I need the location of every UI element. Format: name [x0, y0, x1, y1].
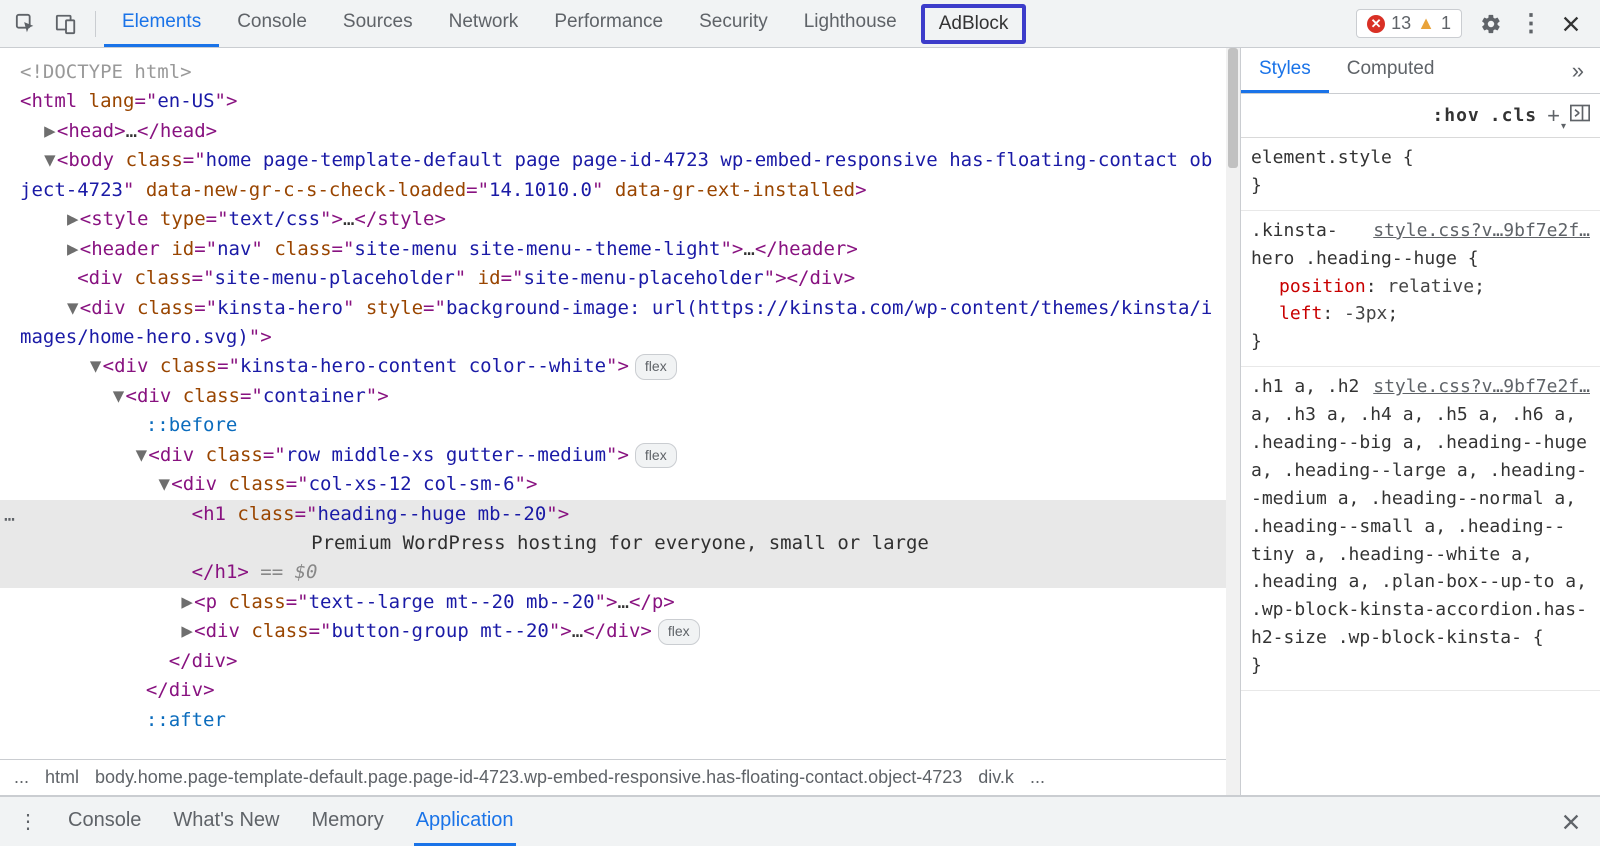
hov-toggle[interactable]: :hov: [1432, 105, 1479, 126]
settings-gear-icon[interactable]: [1480, 13, 1502, 35]
main-tabs: Elements Console Sources Network Perform…: [104, 0, 1032, 47]
styles-tab-styles[interactable]: Styles: [1241, 48, 1329, 93]
issue-counter[interactable]: ✕ 13 ▲ 1: [1356, 9, 1462, 38]
styles-panel: Styles Computed » :hov .cls + element.st…: [1240, 48, 1600, 795]
drawer: ⋮ Console What's New Memory Application: [0, 796, 1600, 846]
styles-more-icon[interactable]: »: [1556, 58, 1600, 84]
error-count: 13: [1391, 13, 1411, 34]
close-icon[interactable]: [1560, 13, 1582, 35]
dom-tree[interactable]: <!DOCTYPE html><html lang="en-US"> ▶<hea…: [0, 48, 1240, 759]
tab-console[interactable]: Console: [219, 0, 325, 47]
crumb-html[interactable]: html: [45, 767, 79, 788]
elements-panel: <!DOCTYPE html><html lang="en-US"> ▶<hea…: [0, 48, 1240, 795]
toolbar-left-icons: [0, 13, 87, 35]
device-toggle-icon[interactable]: [55, 13, 77, 35]
styles-rules[interactable]: element.style {}style.css?v…9bf7e2f….kin…: [1241, 138, 1600, 795]
tab-adblock[interactable]: AdBlock: [921, 4, 1027, 44]
tab-security[interactable]: Security: [681, 0, 786, 47]
crumb-body[interactable]: body.home.page-template-default.page.pag…: [95, 767, 962, 788]
inspect-icon[interactable]: [15, 13, 37, 35]
error-icon: ✕: [1367, 15, 1385, 33]
crumb-div[interactable]: div.k: [978, 767, 1014, 788]
drawer-tab-console[interactable]: Console: [66, 797, 143, 846]
toggle-sidebar-icon[interactable]: [1570, 104, 1590, 127]
cls-toggle[interactable]: .cls: [1490, 105, 1537, 126]
tab-network[interactable]: Network: [431, 0, 537, 47]
tab-elements[interactable]: Elements: [104, 0, 219, 47]
tab-lighthouse[interactable]: Lighthouse: [786, 0, 915, 47]
drawer-menu-icon[interactable]: ⋮: [18, 809, 38, 834]
warning-count: 1: [1441, 13, 1451, 34]
devtools-toolbar: Elements Console Sources Network Perform…: [0, 0, 1600, 48]
breadcrumb-overflow-left[interactable]: ...: [14, 767, 29, 788]
styles-filter-row: :hov .cls +: [1241, 94, 1600, 138]
toolbar-divider: [95, 11, 96, 37]
toolbar-right: ✕ 13 ▲ 1 ⋮: [1346, 9, 1600, 38]
tab-sources[interactable]: Sources: [325, 0, 431, 47]
kebab-menu-icon[interactable]: ⋮: [1520, 13, 1542, 35]
drawer-tab-application[interactable]: Application: [414, 797, 516, 846]
breadcrumb-overflow-right[interactable]: ...: [1030, 767, 1045, 788]
drawer-close-icon[interactable]: [1560, 811, 1582, 833]
warning-icon: ▲: [1417, 13, 1435, 34]
styles-tabs: Styles Computed »: [1241, 48, 1600, 94]
styles-tab-computed[interactable]: Computed: [1329, 48, 1453, 93]
scrollbar-thumb[interactable]: [1228, 48, 1238, 168]
dom-scrollbar[interactable]: [1226, 48, 1240, 795]
breadcrumb[interactable]: ... html body.home.page-template-default…: [0, 759, 1240, 795]
drawer-tab-memory[interactable]: Memory: [309, 797, 385, 846]
tab-performance[interactable]: Performance: [536, 0, 681, 47]
styles-filter-input[interactable]: [1251, 94, 1422, 137]
main-area: <!DOCTYPE html><html lang="en-US"> ▶<hea…: [0, 48, 1600, 796]
drawer-tab-whatsnew[interactable]: What's New: [171, 797, 281, 846]
new-style-rule-icon[interactable]: +: [1547, 103, 1560, 129]
